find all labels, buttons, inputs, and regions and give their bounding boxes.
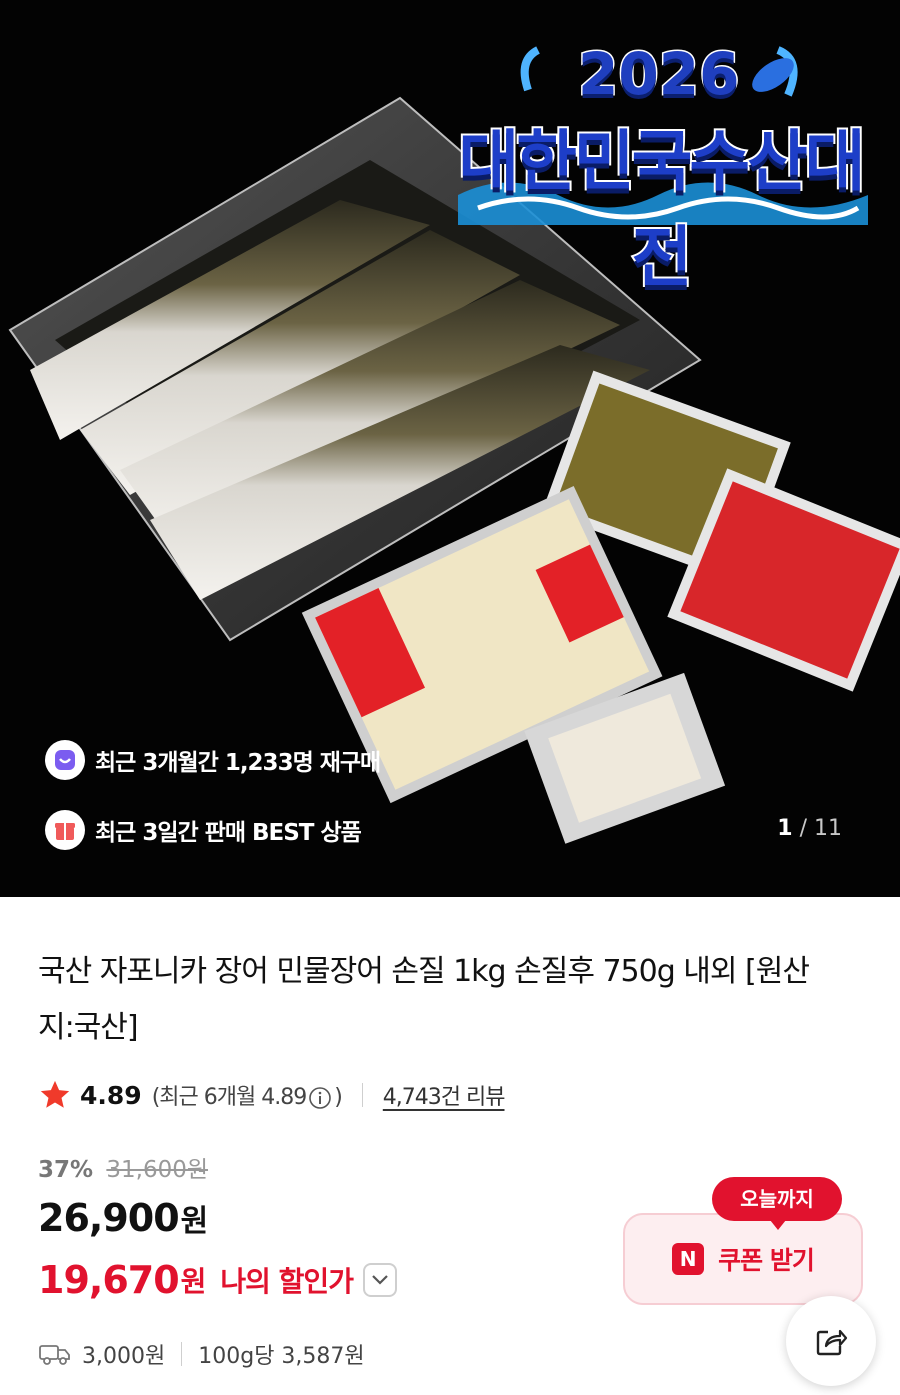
recent-rating-suffix: ) [334,1085,343,1110]
event-logo: 2026 대한민국수산대전 [448,30,873,298]
unit-price: 100g당 3,587원 [198,1344,365,1369]
event-title: 대한민국수산대전 [456,121,867,298]
rating-score: 4.89 [80,1080,142,1110]
review-count-link[interactable]: 4,743건 리뷰 [383,1079,506,1111]
repurchase-text: 최근 3개월간 1,233명 재구매 [95,750,381,776]
rating-row: 4.89 (최근 6개월 4.89) 4,743건 리뷰 [38,1075,505,1115]
divider [361,1083,363,1107]
repurchase-badge: 최근 3개월간 1,233명 재구매 [45,740,381,780]
original-price: 31,600원 [106,1157,209,1183]
today-only-tag: 오늘까지 [712,1177,842,1230]
event-year: 2026 [577,39,741,110]
recent-rating: (최근 6개월 4.89) [151,1079,343,1111]
share-button[interactable] [786,1296,876,1386]
truck-icon [39,1345,70,1365]
my-price-label: 나의 할인가 [220,1265,354,1298]
image-pager: 1 / 11 [777,816,842,841]
coupon-button-label: 쿠폰 받기 [718,1246,815,1275]
shopping-bag-icon [45,740,85,780]
coupon-button[interactable]: N 쿠폰 받기 [623,1213,863,1305]
sale-price-amount: 26,900 [38,1196,180,1240]
share-icon [816,1329,848,1356]
best-seller-badge: 최근 3일간 판매 BEST 상품 [45,810,362,850]
my-discount-price: 19,670 원 나의 할인가 [38,1258,397,1302]
pager-separator: / [792,816,814,841]
naver-n-icon: N [672,1243,705,1275]
pager-total: 11 [814,816,842,841]
sale-price: 26,900 원 [38,1196,208,1240]
recent-rating-prefix: (최근 6개월 4.89 [151,1085,308,1110]
gift-box-icon [45,810,85,850]
shipping-row: 3,000원 100g당 3,587원 [38,1338,365,1370]
star-icon [40,1080,70,1108]
chevron-down-icon[interactable] [362,1263,397,1297]
my-price-currency: 원 [180,1265,207,1298]
product-title: 국산 자포니카 장어 민물장어 손질 1kg 손질후 750g 내외 [원산지:… [38,954,810,1045]
info-icon[interactable] [308,1086,332,1110]
my-price-amount: 19,670 [38,1258,180,1302]
shipping-fee: 3,000원 [82,1344,166,1369]
best-seller-text: 최근 3일간 판매 BEST 상품 [95,820,362,846]
original-price-row: 37% 31,600원 [38,1150,208,1184]
pager-current: 1 [777,816,793,841]
discount-rate: 37% [38,1157,94,1183]
divider [181,1342,183,1366]
sale-price-currency: 원 [180,1204,209,1239]
product-image-carousel[interactable]: 2026 대한민국수산대전 최근 3개월간 1,233명 재구매 최근 3일간 … [0,0,900,897]
